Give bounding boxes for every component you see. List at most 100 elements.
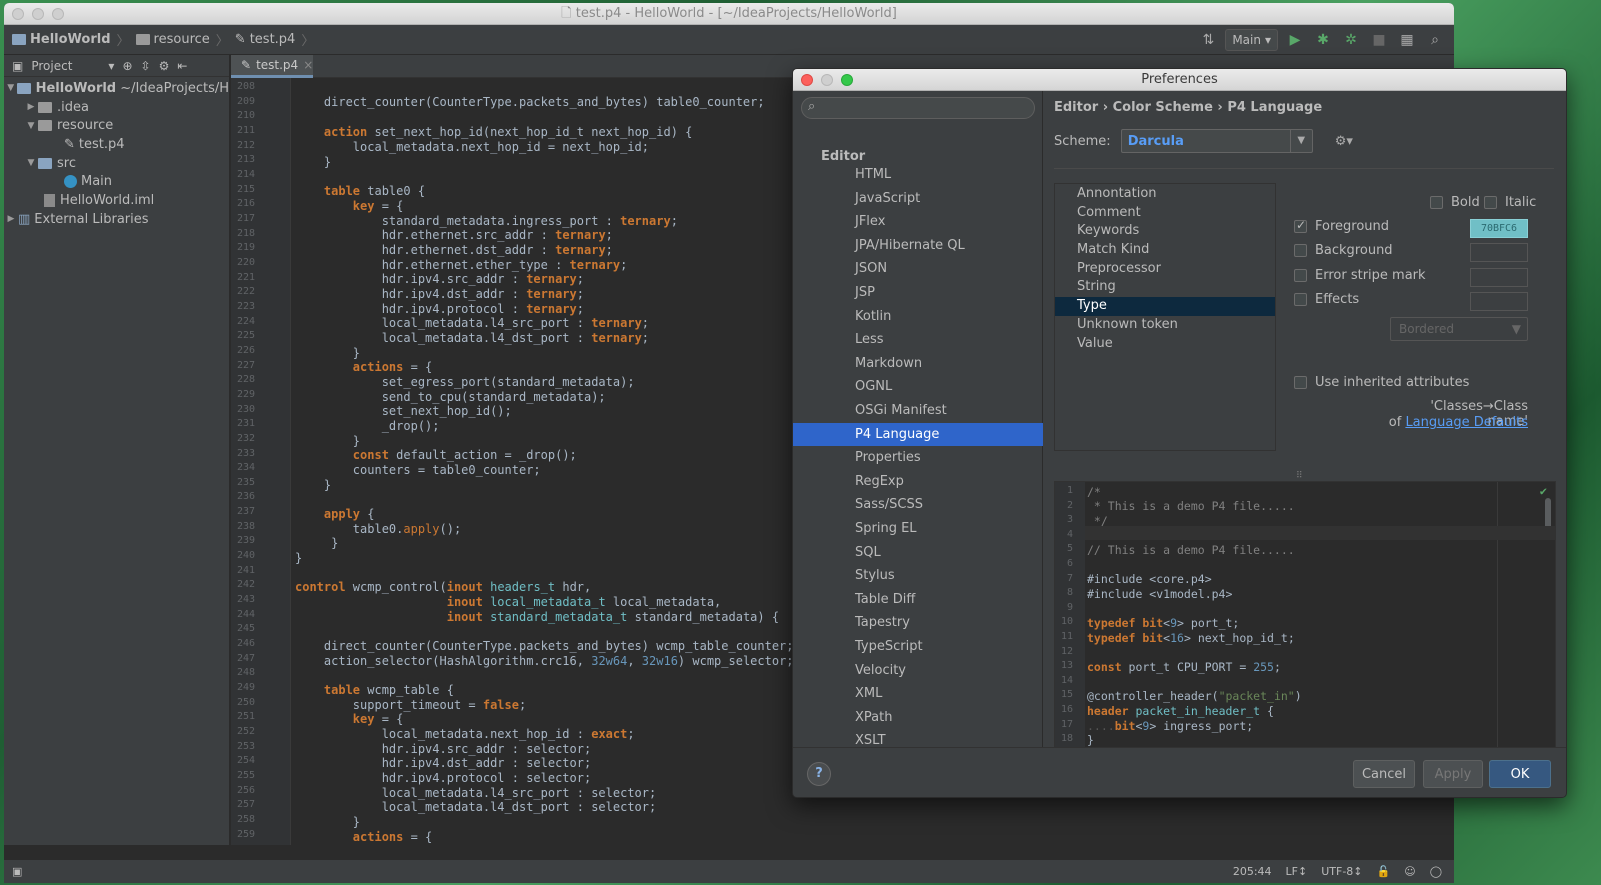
error-stripe-color-swatch[interactable]	[1470, 268, 1528, 287]
nav-item-xml[interactable]: XML	[793, 682, 1043, 705]
background-checkbox[interactable]: Background	[1294, 243, 1393, 258]
error-stripe-checkbox[interactable]: Error stripe mark	[1294, 268, 1426, 283]
nav-item-kotlin[interactable]: Kotlin	[793, 305, 1043, 328]
foreground-color-swatch[interactable]: 70BFC6	[1470, 219, 1528, 238]
attribute-item-string[interactable]: String	[1055, 278, 1275, 297]
hide-icon[interactable]: ⇤	[177, 59, 187, 73]
inspector-icon[interactable]: ☺	[1404, 865, 1415, 878]
breadcrumb-file[interactable]: ✎ test.p4 〉	[235, 30, 315, 49]
nav-item-jsp[interactable]: JSP	[793, 281, 1043, 304]
splitter-handle[interactable]: ⠿	[1296, 471, 1303, 481]
dropdown-arrow-icon[interactable]: ▾	[108, 59, 114, 73]
line-separator[interactable]: LF↕	[1286, 865, 1308, 878]
nav-item-json[interactable]: JSON	[793, 257, 1043, 280]
foreground-checkbox[interactable]: Foreground	[1294, 218, 1389, 234]
event-log-icon[interactable]: ◯	[1430, 865, 1442, 878]
attribute-item-preprocessor[interactable]: Preprocessor	[1055, 260, 1275, 279]
coverage-icon[interactable]: ✲	[1340, 29, 1362, 51]
close-dialog-button[interactable]	[801, 74, 813, 86]
lock-icon[interactable]: 🔓	[1377, 865, 1391, 878]
zoom-window-button[interactable]	[52, 8, 64, 20]
project-view-dropdown[interactable]: Project	[31, 59, 72, 73]
nav-header-editor[interactable]: Editor	[821, 149, 865, 164]
italic-checkbox[interactable]: Italic	[1484, 195, 1536, 210]
nav-item-osgi-manifest[interactable]: OSGi Manifest	[793, 399, 1043, 422]
tree-item-test-p4[interactable]: ✎ test.p4	[4, 135, 229, 154]
file-encoding[interactable]: UTF-8↕	[1321, 865, 1362, 878]
bold-checkbox[interactable]: Bold	[1430, 195, 1480, 210]
attribute-item-value[interactable]: Value	[1055, 335, 1275, 354]
breadcrumb-resource[interactable]: resource 〉	[135, 30, 229, 49]
nav-item-velocity[interactable]: Velocity	[793, 659, 1043, 682]
attribute-item-annontation[interactable]: Annontation	[1055, 185, 1275, 204]
ok-button[interactable]: OK	[1489, 760, 1551, 788]
tab-test-p4[interactable]: ✎ test.p4 ×	[231, 55, 313, 78]
attribute-item-unknown-token[interactable]: Unknown token	[1055, 316, 1275, 335]
nav-item-jflex[interactable]: JFlex	[793, 210, 1043, 233]
nav-item-stylus[interactable]: Stylus	[793, 564, 1043, 587]
project-structure-icon[interactable]: ▦	[1396, 29, 1418, 51]
nav-item-html[interactable]: HTML	[793, 163, 1043, 186]
gear-icon[interactable]: ⚙▾	[1335, 134, 1353, 149]
nav-item-jpa-hibernate-ql[interactable]: JPA/Hibernate QL	[793, 234, 1043, 257]
effects-type-select[interactable]: Bordered ▼	[1390, 317, 1528, 341]
effects-checkbox[interactable]: Effects	[1294, 292, 1359, 307]
scheme-select[interactable]: Darcula ▼	[1120, 129, 1313, 153]
vcs-icon[interactable]: ⇅	[1197, 29, 1219, 51]
tree-item-idea[interactable]: ▶ .idea	[4, 98, 229, 117]
nav-item-properties[interactable]: Properties	[793, 446, 1043, 469]
cancel-button[interactable]: Cancel	[1353, 760, 1415, 788]
collapsed-arrow-icon[interactable]: ▶	[4, 214, 18, 224]
expanded-arrow-icon[interactable]: ▼	[24, 158, 38, 168]
nav-item-javascript[interactable]: JavaScript	[793, 187, 1043, 210]
close-window-button[interactable]	[12, 8, 24, 20]
expanded-arrow-icon[interactable]: ▼	[4, 83, 17, 93]
zoom-dialog-button[interactable]	[841, 74, 853, 86]
tree-item-src[interactable]: ▼ src	[4, 154, 229, 173]
breadcrumb-project[interactable]: HelloWorld 〉	[12, 30, 130, 49]
nav-item-p4-language[interactable]: P4 Language	[793, 422, 1043, 446]
collapsed-arrow-icon[interactable]: ▶	[24, 102, 38, 112]
apply-button[interactable]: Apply	[1423, 760, 1483, 788]
attribute-item-comment[interactable]: Comment	[1055, 204, 1275, 223]
stop-icon[interactable]: ■	[1368, 29, 1390, 51]
attribute-item-match-kind[interactable]: Match Kind	[1055, 241, 1275, 260]
nav-item-spring-el[interactable]: Spring EL	[793, 517, 1043, 540]
tree-item-main[interactable]: Main	[4, 172, 229, 191]
tree-item-resource[interactable]: ▼ resource	[4, 116, 229, 135]
nav-item-sql[interactable]: SQL	[793, 541, 1043, 564]
minimize-window-button[interactable]	[32, 8, 44, 20]
close-tab-icon[interactable]: ×	[303, 58, 313, 72]
settings-search-input[interactable]: ⌕	[801, 97, 1035, 119]
nav-item-markdown[interactable]: Markdown	[793, 352, 1043, 375]
run-config-dropdown[interactable]: Main ▾	[1225, 29, 1278, 51]
search-icon[interactable]: ⌕	[1424, 29, 1446, 51]
nav-item-xpath[interactable]: XPath	[793, 706, 1043, 729]
minimize-dialog-button[interactable]	[821, 74, 833, 86]
expanded-arrow-icon[interactable]: ▼	[24, 121, 38, 131]
nav-item-regexp[interactable]: RegExp	[793, 470, 1043, 493]
gear-icon[interactable]: ⚙	[159, 59, 170, 73]
nav-item-less[interactable]: Less	[793, 328, 1043, 351]
tree-item-iml[interactable]: HelloWorld.iml	[4, 191, 229, 210]
attribute-item-type[interactable]: Type	[1055, 297, 1275, 316]
tree-item-helloworld[interactable]: ▼ HelloWorld ~/IdeaProjects/H	[4, 79, 229, 98]
nav-item-table-diff[interactable]: Table Diff	[793, 588, 1043, 611]
attribute-item-keywords[interactable]: Keywords	[1055, 222, 1275, 241]
language-defaults-link[interactable]: Language Defaults	[1405, 415, 1528, 430]
tree-item-external-libraries[interactable]: ▶ ▥ External Libraries	[4, 210, 229, 229]
effects-color-swatch[interactable]	[1470, 292, 1528, 311]
nav-item-ognl[interactable]: OGNL	[793, 375, 1043, 398]
nav-item-tapestry[interactable]: Tapestry	[793, 611, 1043, 634]
nav-item-typescript[interactable]: TypeScript	[793, 635, 1043, 658]
caret-position[interactable]: 205:44	[1233, 865, 1272, 878]
collapse-icon[interactable]: ⇳	[141, 59, 151, 73]
tool-windows-icon[interactable]: ▣	[12, 865, 22, 878]
nav-item-sass-scss[interactable]: Sass/SCSS	[793, 493, 1043, 516]
help-button[interactable]: ?	[807, 762, 831, 786]
use-inherited-checkbox[interactable]: Use inherited attributes	[1294, 375, 1469, 390]
background-color-swatch[interactable]	[1470, 243, 1528, 262]
debug-icon[interactable]: ✱	[1312, 29, 1334, 51]
locate-icon[interactable]: ⊕	[122, 59, 132, 73]
run-icon[interactable]: ▶	[1284, 29, 1306, 51]
